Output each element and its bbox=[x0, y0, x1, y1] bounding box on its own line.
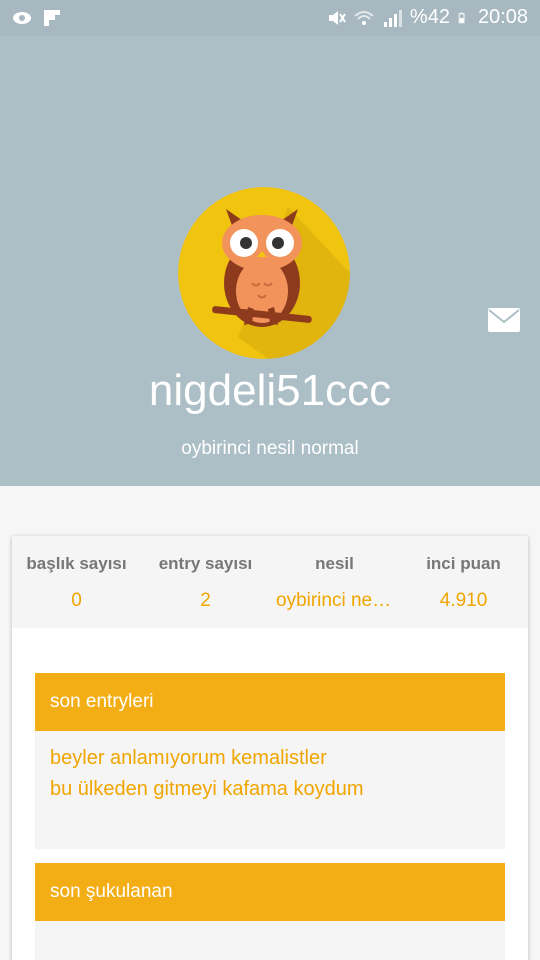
stat-label: entry sayısı bbox=[158, 554, 253, 573]
username: nigdeli51ccc bbox=[148, 366, 392, 415]
entry-link[interactable]: beyler anlamıyorum kemalistler bbox=[50, 743, 490, 774]
stat-generation: nesil oybirinci nesi... bbox=[270, 536, 399, 628]
status-bar: %42 20:08 bbox=[0, 0, 540, 36]
stat-value: 0 bbox=[71, 590, 82, 611]
avatar bbox=[178, 187, 350, 359]
stat-topic-count: başlık sayısı 0 bbox=[12, 536, 141, 628]
message-icon[interactable] bbox=[488, 308, 520, 332]
battery-icon bbox=[458, 12, 465, 23]
profile-card: başlık sayısı 0 entry sayısı 2 nesil oyb… bbox=[12, 536, 528, 960]
stat-label: başlık sayısı bbox=[26, 554, 127, 573]
owl-avatar-icon bbox=[178, 187, 350, 359]
wifi-icon bbox=[354, 10, 374, 25]
stat-label: nesil bbox=[315, 554, 354, 573]
flipboard-notification-icon bbox=[44, 10, 60, 26]
recent-entries-header: son entryleri bbox=[35, 673, 505, 731]
entry-link[interactable]: bu ülkeden gitmeyi kafama koydum bbox=[50, 774, 490, 805]
battery-percent: %42 bbox=[409, 6, 450, 28]
recent-entries-list: beyler anlamıyorum kemalistler bu ülkede… bbox=[35, 731, 505, 849]
user-generation: oybirinci nesil normal bbox=[181, 438, 359, 459]
stat-value: 4.910 bbox=[439, 590, 488, 611]
stat-label: inci puan bbox=[426, 554, 501, 573]
favorited-header: son şukulanan bbox=[35, 863, 505, 921]
stats-row: başlık sayısı 0 entry sayısı 2 nesil oyb… bbox=[12, 536, 528, 628]
stat-value: oybirinci nesi... bbox=[276, 590, 399, 611]
stat-points: inci puan 4.910 bbox=[399, 536, 528, 628]
stat-value: 2 bbox=[200, 590, 211, 611]
favorited-list bbox=[35, 921, 505, 960]
clock: 20:08 bbox=[477, 6, 528, 28]
eye-notification-icon bbox=[13, 12, 31, 24]
profile-header: nigdeli51ccc oybirinci nesil normal bbox=[0, 36, 540, 486]
signal-icon bbox=[383, 9, 402, 27]
stat-entry-count: entry sayısı 2 bbox=[141, 536, 270, 628]
mute-icon bbox=[328, 10, 346, 25]
